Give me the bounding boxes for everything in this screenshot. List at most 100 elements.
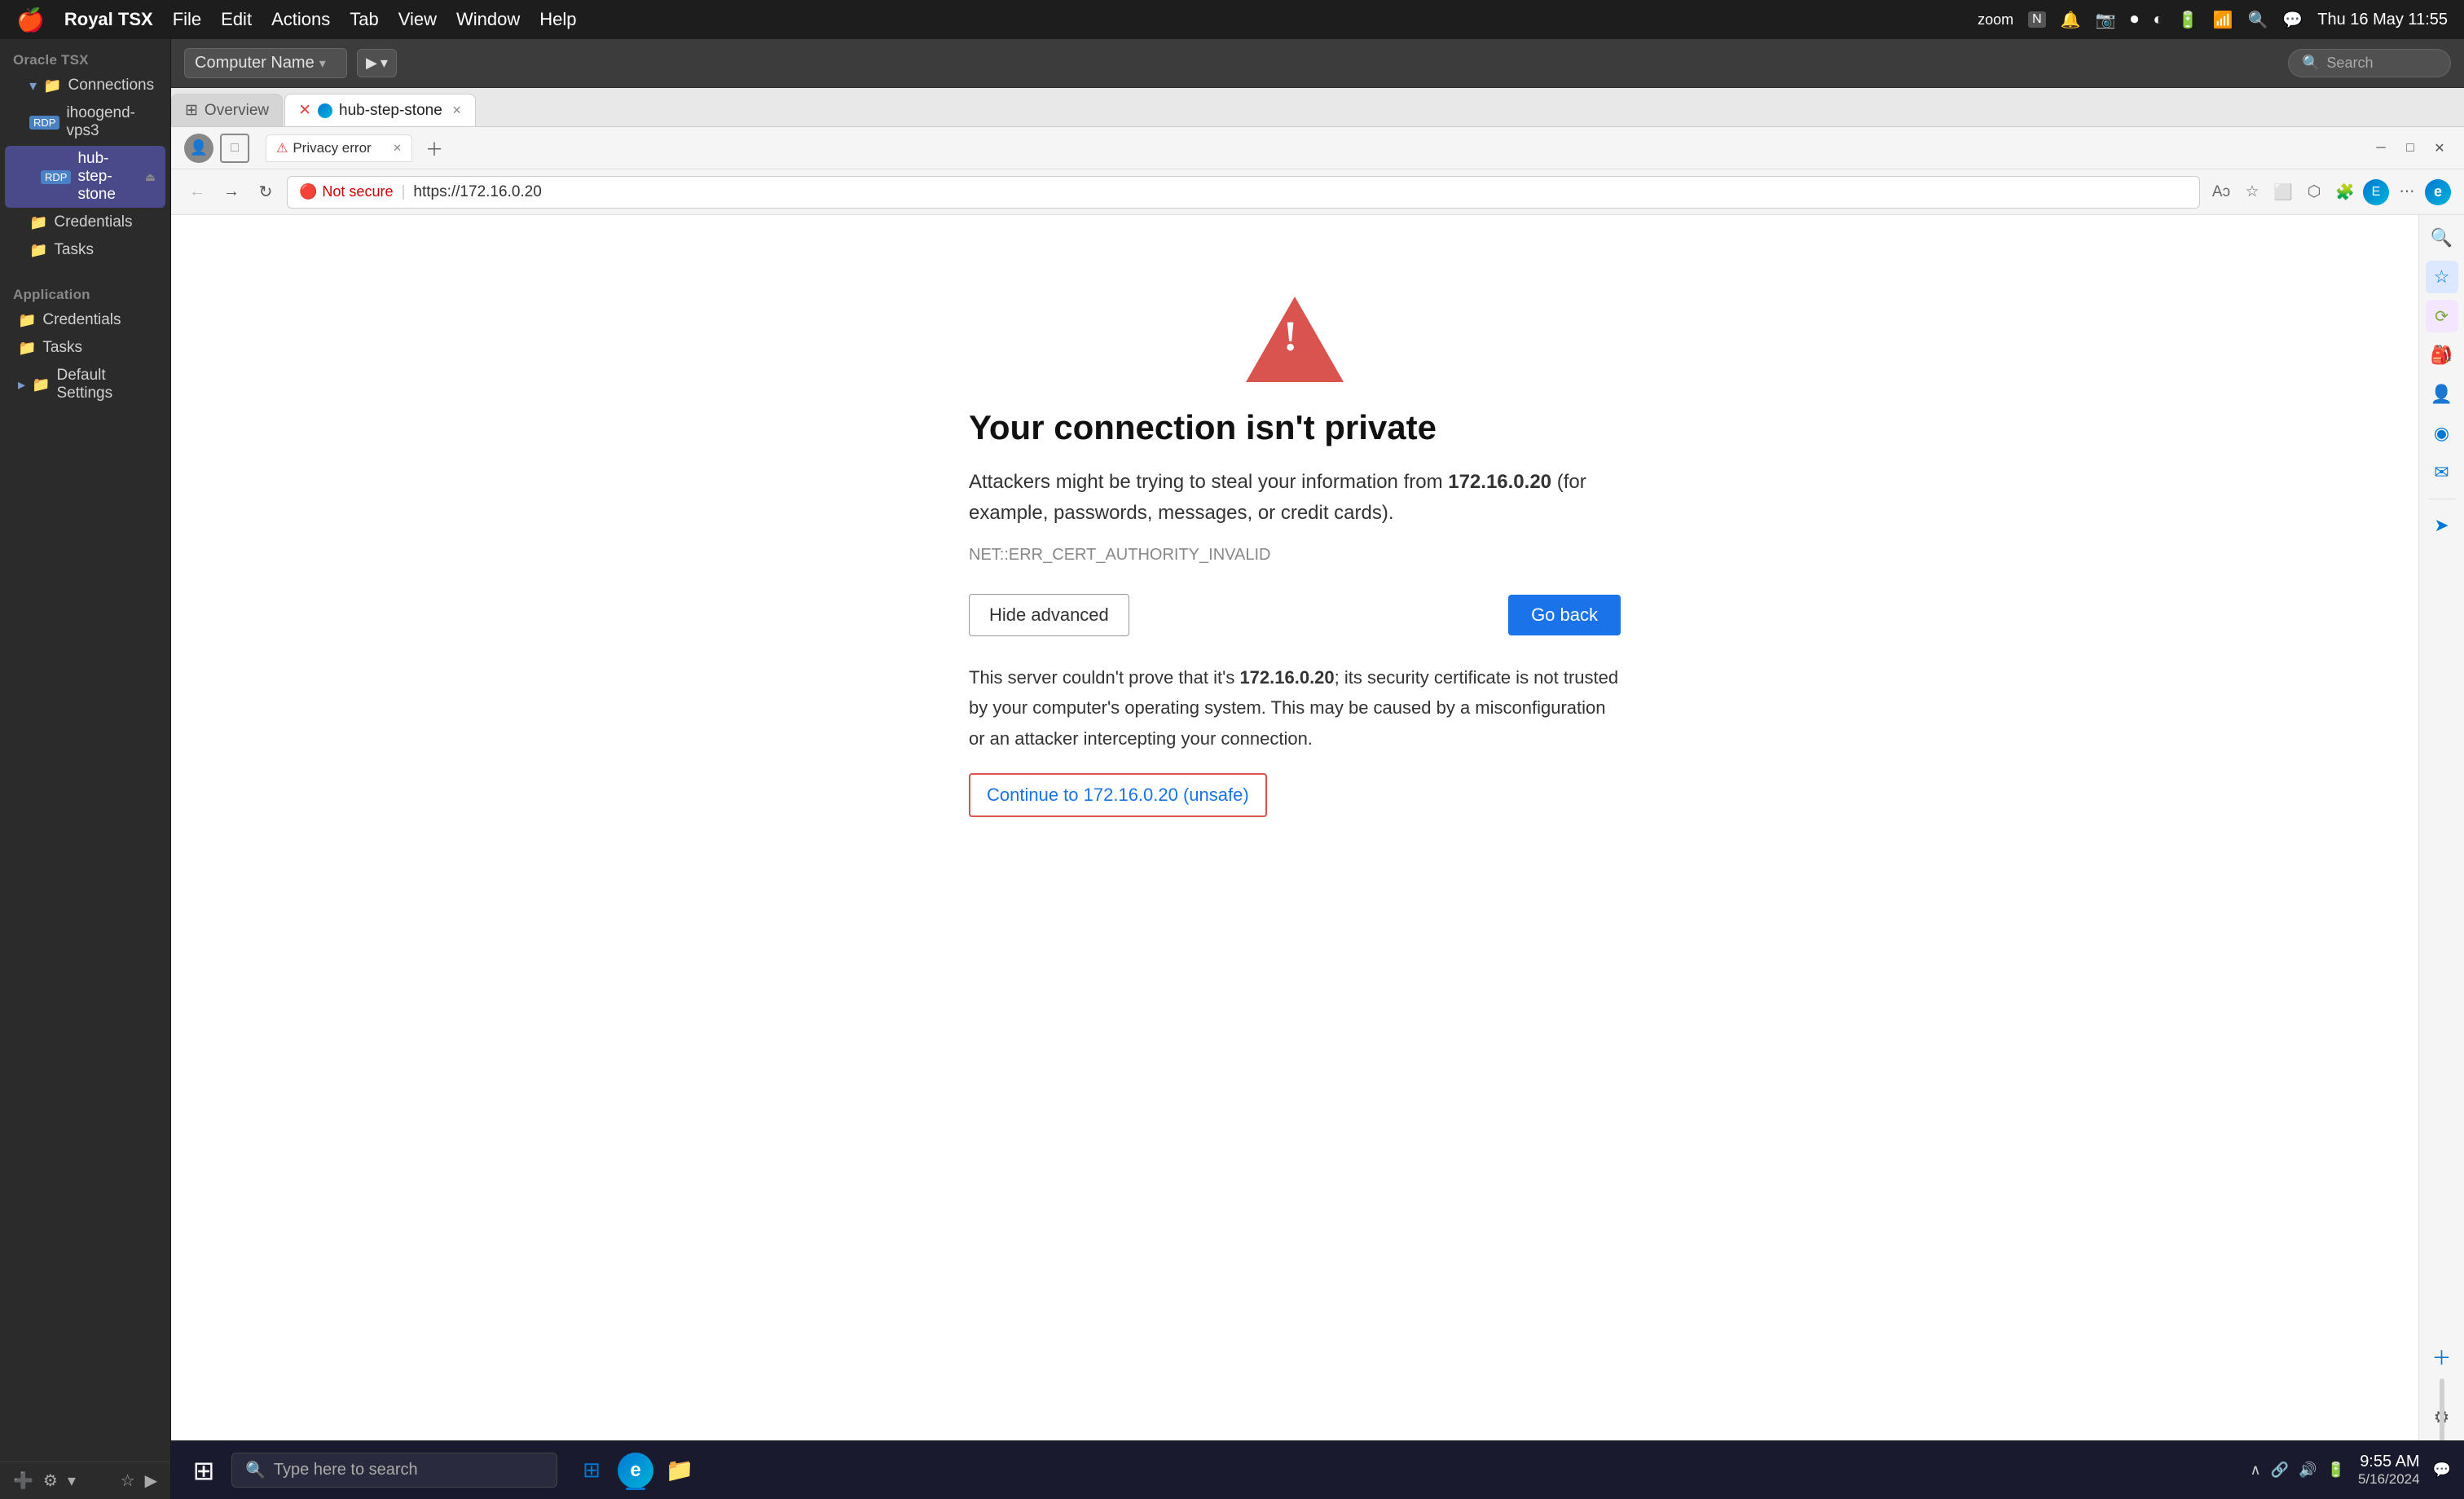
tab-overview[interactable]: ⊞ Overview <box>171 94 283 126</box>
sidebar-item-connections[interactable]: ▾ 📁 Connections <box>5 73 165 99</box>
rs-collections-icon[interactable]: 🎒 <box>2426 339 2458 371</box>
privacy-tab-close[interactable]: ✕ <box>393 142 402 155</box>
star-btn[interactable]: ☆ <box>121 1470 135 1491</box>
taskbar-sound-icon[interactable]: 🔊 <box>2299 1462 2317 1479</box>
hide-advanced-button[interactable]: Hide advanced <box>969 594 1129 636</box>
browser-user-icon[interactable]: 👤 <box>184 134 213 163</box>
rs-person-icon[interactable]: 👤 <box>2426 378 2458 411</box>
start-button[interactable]: ⊞ <box>184 1451 223 1490</box>
search-magnifier-icon: 🔍 <box>2302 55 2320 72</box>
browser-tab-switcher[interactable]: □ <box>220 134 249 163</box>
menu-file[interactable]: File <box>173 9 201 30</box>
url-bar[interactable]: 🔴 Not secure | https://172.16.0.20 <box>287 176 2200 209</box>
advanced-ip: 172.16.0.20 <box>1239 667 1334 688</box>
scroll-thumb <box>2440 1378 2444 1440</box>
error-page: Your connection isn't private Attackers … <box>969 264 1621 817</box>
taskbar-chevron[interactable]: ∧ <box>2250 1462 2260 1479</box>
browser-privacy-tab[interactable]: ⚠ Privacy error ✕ <box>266 134 412 162</box>
go-back-button[interactable]: Go back <box>1508 595 1621 635</box>
taskbar-network-icon[interactable]: 🔗 <box>2271 1462 2289 1479</box>
message-icon[interactable]: 💬 <box>2282 10 2303 30</box>
close-btn[interactable]: ✕ <box>2428 137 2451 160</box>
tasks-folder-icon: 📁 <box>29 242 47 259</box>
sidebar-app-credentials[interactable]: 📁 Credentials <box>5 307 165 333</box>
rtsx-search-bar[interactable]: 🔍 Search <box>2288 49 2451 77</box>
taskbar-explorer[interactable]: 📁 <box>660 1451 699 1490</box>
sidebar-app-default-settings[interactable]: ▸ 📁 Default Settings <box>5 363 165 407</box>
menubar-right: zoom N 🔔 📷 ⏺ ◐ 🔋 📶 🔍 💬 Thu 16 May 11:55 <box>1978 10 2448 30</box>
continue-unsafe-link[interactable]: Continue to 172.16.0.20 (unsafe) <box>987 785 1249 805</box>
sidebar-item-ihoogend[interactable]: RDP ihoogend-vps3 <box>5 100 165 144</box>
browser-window: 👤 □ ⚠ Privacy error ✕ ＋ ─ □ ✕ <box>171 127 2464 1440</box>
rtsx-play-button[interactable]: ▶ ▾ <box>357 49 397 77</box>
back-btn[interactable]: ← <box>184 179 210 205</box>
taskbar-right: ∧ 🔗 🔊 🔋 9:55 AM 5/16/2024 💬 <box>2250 1453 2451 1488</box>
eject-icon[interactable]: ⏏ <box>145 170 156 184</box>
apple-menu[interactable]: 🍎 <box>16 7 45 33</box>
more-actions-icon[interactable]: ⋯ <box>2394 179 2420 205</box>
taskbar-system-icons: ∧ 🔗 🔊 🔋 <box>2250 1462 2344 1479</box>
rs-copilot-icon[interactable]: ⟳ <box>2426 300 2458 332</box>
app-default-settings-icon: ▸ <box>18 376 25 393</box>
rs-mail-icon[interactable]: ✉ <box>2426 456 2458 489</box>
credentials-label: Credentials <box>54 213 132 231</box>
menu-view[interactable]: View <box>398 9 437 30</box>
night-mode-icon[interactable]: ◐ <box>2154 11 2163 29</box>
minimize-btn[interactable]: ─ <box>2369 137 2392 160</box>
more-btn[interactable]: ▾ <box>68 1470 76 1491</box>
maximize-btn[interactable]: □ <box>2399 137 2422 160</box>
credentials-folder-icon: 📁 <box>29 214 47 231</box>
menu-tab[interactable]: Tab <box>350 9 378 30</box>
computer-name-dropdown[interactable]: Computer Name ▾ <box>184 48 347 78</box>
app-name[interactable]: Royal TSX <box>64 9 153 30</box>
search-icon[interactable]: 🔍 <box>2247 10 2268 30</box>
macos-menubar: 🍎 Royal TSX File Edit Actions Tab View W… <box>0 0 2464 39</box>
rs-edge-icon[interactable]: ◉ <box>2426 417 2458 450</box>
taskbar-notification-icon[interactable]: 💬 <box>2433 1462 2451 1479</box>
record-icon[interactable]: ⏺ <box>2131 11 2139 29</box>
rs-add-icon[interactable]: ＋ <box>2426 1339 2458 1372</box>
tab-hub-step-stone[interactable]: ✕ hub-step-stone ✕ <box>284 94 475 126</box>
ihoogend-label: ihoogend-vps3 <box>66 104 156 140</box>
refresh-btn[interactable]: ↻ <box>253 179 279 205</box>
split-screen-icon[interactable]: ⬜ <box>2270 179 2296 205</box>
extensions-icon[interactable]: 🧩 <box>2332 179 2358 205</box>
notification-icon[interactable]: 🔔 <box>2061 10 2081 30</box>
menu-edit[interactable]: Edit <box>221 9 252 30</box>
taskbar-edge[interactable]: e <box>618 1453 653 1488</box>
sidebar-item-tasks[interactable]: 📁 Tasks <box>5 237 165 263</box>
rdp-icon-hub: RDP <box>41 170 71 184</box>
settings-btn[interactable]: ⚙ <box>43 1470 58 1491</box>
sidebar-item-credentials[interactable]: 📁 Credentials <box>5 209 165 235</box>
menu-actions[interactable]: Actions <box>271 9 330 30</box>
favorites-icon[interactable]: ☆ <box>2239 179 2265 205</box>
hub-tab-close[interactable]: ✕ <box>452 103 462 117</box>
connections-label: Connections <box>68 77 154 95</box>
connections-expand-icon: ▾ <box>29 77 37 95</box>
reader-mode-icon[interactable]: Aↄ <box>2208 179 2234 205</box>
forward-btn[interactable]: → <box>218 179 244 205</box>
rs-send-icon[interactable]: ➤ <box>2426 509 2458 542</box>
menu-window[interactable]: Window <box>456 9 520 30</box>
new-browser-tab-btn[interactable]: ＋ <box>416 130 453 166</box>
taskbar-battery-icon[interactable]: 🔋 <box>2327 1462 2345 1479</box>
rs-search-icon[interactable]: 🔍 <box>2426 222 2458 254</box>
app-tasks-icon: 📁 <box>18 340 36 357</box>
advanced-before: This server couldn't prove that it's <box>969 667 1239 688</box>
taskbar-search[interactable]: 🔍 Type here to search <box>231 1453 557 1488</box>
screen-icon[interactable]: 📷 <box>2096 10 2116 30</box>
rs-favorites-icon[interactable]: ☆ <box>2426 261 2458 293</box>
sidebar-icon[interactable]: ⬡ <box>2301 179 2327 205</box>
sidebar-item-hub-step-stone[interactable]: RDP hub-step-stone ⏏ <box>5 146 165 208</box>
sidebar-app-tasks[interactable]: 📁 Tasks <box>5 335 165 361</box>
tabs-bar: ⊞ Overview ✕ hub-step-stone ✕ <box>171 88 2464 127</box>
taskbar-apps: ⊞ e 📁 <box>572 1451 699 1490</box>
taskbar-task-view[interactable]: ⊞ <box>572 1451 611 1490</box>
menu-help[interactable]: Help <box>539 9 576 30</box>
not-secure-text: Not secure <box>322 183 393 200</box>
taskbar-date-display: 5/16/2024 <box>2358 1471 2420 1488</box>
add-connection-btn[interactable]: ➕ <box>13 1470 33 1491</box>
taskbar-clock[interactable]: 9:55 AM 5/16/2024 <box>2358 1453 2420 1488</box>
profile-icon[interactable]: E <box>2363 179 2389 205</box>
play-btn[interactable]: ▶ <box>145 1470 157 1491</box>
